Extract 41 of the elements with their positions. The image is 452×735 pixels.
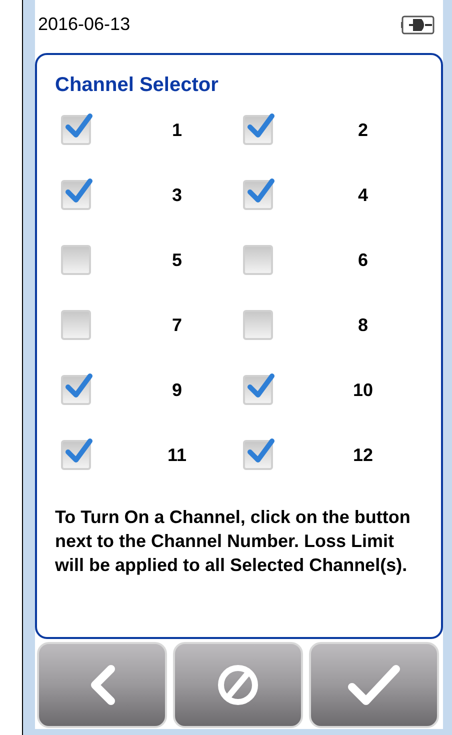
channel-number: 12 xyxy=(352,444,374,467)
checkbox[interactable] xyxy=(61,440,91,470)
prohibited-icon xyxy=(216,663,260,707)
checkmark-icon xyxy=(247,178,275,204)
channel-number: 6 xyxy=(358,249,368,272)
checkbox[interactable] xyxy=(243,375,273,405)
channel-number: 8 xyxy=(358,314,368,337)
instructions-text: To Turn On a Channel, click on the button next to the Channel Number. Loss Limit will be applied to all Selected Channel(s). xyxy=(55,506,412,577)
channel-number: 2 xyxy=(358,119,368,142)
channel-number: 7 xyxy=(172,314,182,337)
checkmark-icon xyxy=(65,438,93,464)
checkbox[interactable] xyxy=(61,180,91,210)
checkmark-icon xyxy=(346,663,402,707)
channel-number: 11 xyxy=(167,444,187,467)
checkmark-icon xyxy=(65,178,93,204)
channel-number: 5 xyxy=(172,249,182,272)
checkbox[interactable] xyxy=(243,245,273,275)
checkbox[interactable] xyxy=(61,245,91,275)
channel-number: 10 xyxy=(352,379,374,402)
checkbox[interactable] xyxy=(61,375,91,405)
confirm-button[interactable] xyxy=(309,642,439,728)
checkmark-icon xyxy=(247,438,275,464)
checkbox[interactable] xyxy=(61,115,91,145)
checkbox[interactable] xyxy=(61,310,91,340)
panel-title: Channel Selector xyxy=(55,73,220,98)
channel-number: 4 xyxy=(358,184,368,207)
checkbox[interactable] xyxy=(243,310,273,340)
checkmark-icon xyxy=(65,373,93,399)
checkmark-icon xyxy=(247,373,275,399)
channel-number: 1 xyxy=(172,119,182,142)
power-plug-icon xyxy=(401,14,435,34)
checkbox[interactable] xyxy=(243,440,273,470)
cancel-button[interactable] xyxy=(173,642,303,728)
back-button[interactable] xyxy=(37,642,167,728)
checkmark-icon xyxy=(65,113,93,139)
channel-number: 3 xyxy=(172,184,182,207)
channel-number: 9 xyxy=(172,379,182,402)
checkbox[interactable] xyxy=(243,180,273,210)
checkbox[interactable] xyxy=(243,115,273,145)
checkmark-icon xyxy=(247,113,275,139)
date-text: 2016-06-13 xyxy=(38,13,130,36)
